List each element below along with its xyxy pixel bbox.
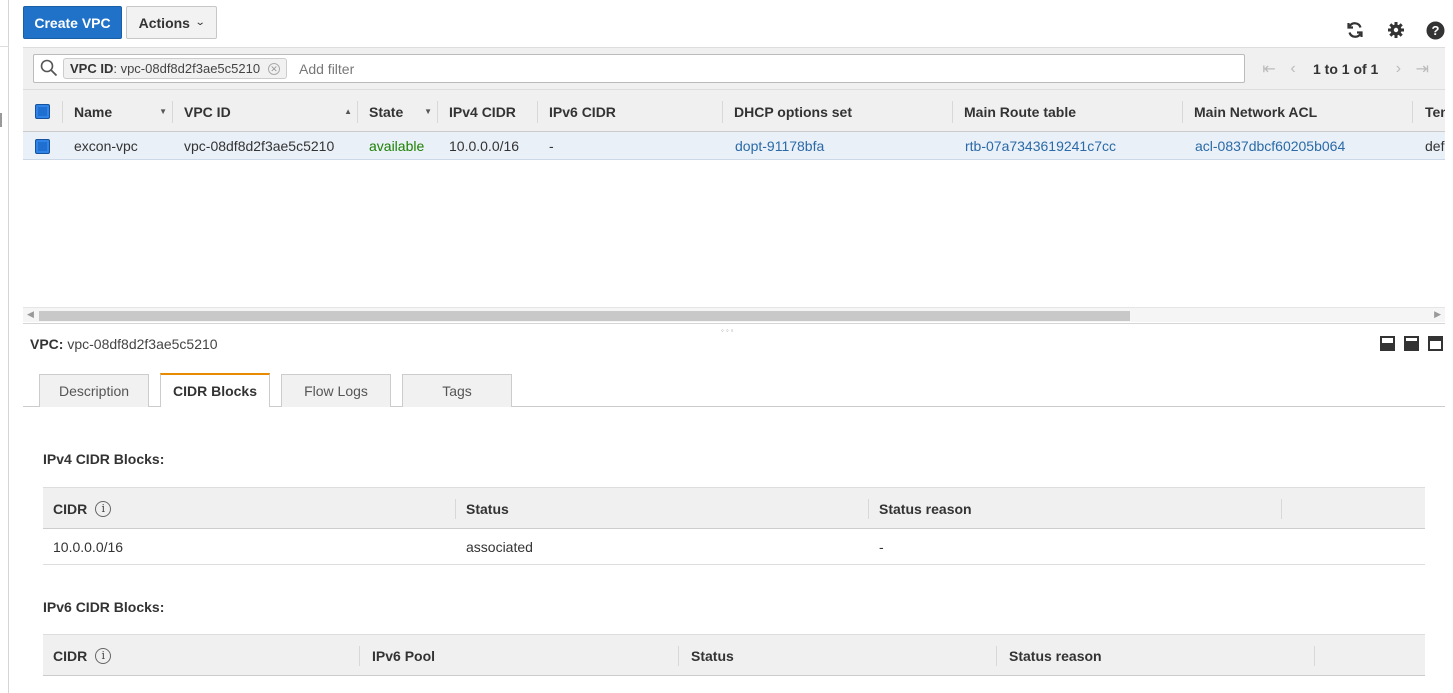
cell-name: excon-vpc bbox=[74, 138, 138, 154]
cell-tenancy: defa bbox=[1425, 138, 1445, 154]
ipv4-col-status-reason[interactable]: Status reason bbox=[869, 488, 972, 530]
ipv4-cell-reason: - bbox=[879, 539, 884, 555]
layout-full-icon[interactable] bbox=[1428, 336, 1443, 351]
col-header-tenancy[interactable]: Ten bbox=[1414, 90, 1445, 131]
grid-header: Name ▼ VPC ID ▲ State ▼ IPv4 CIDR IPv6 CIDR… bbox=[23, 89, 1445, 132]
page-count: 1 to 1 of 1 bbox=[1313, 60, 1379, 77]
ipv6-col-status[interactable]: Status bbox=[681, 635, 734, 677]
row-checkbox[interactable] bbox=[35, 138, 50, 154]
layout-bottom-icon[interactable] bbox=[1380, 336, 1395, 351]
rail-divider bbox=[0, 46, 9, 47]
select-all-cell bbox=[23, 90, 63, 131]
cell-state: available bbox=[369, 138, 425, 154]
sort-down-icon: ▼ bbox=[159, 107, 167, 116]
gear-icon[interactable] bbox=[1386, 20, 1406, 40]
route-table-link[interactable]: rtb-07a7343619241c7cc bbox=[954, 132, 1116, 159]
ipv6-col-pool[interactable]: IPv6 Pool bbox=[362, 635, 435, 677]
col-header-ipv6[interactable]: IPv6 CIDR bbox=[538, 90, 723, 131]
next-page-icon[interactable]: › bbox=[1386, 60, 1410, 78]
col-header-ipv4[interactable]: IPv4 CIDR bbox=[438, 90, 538, 131]
col-divider bbox=[678, 646, 679, 666]
detail-title: VPC: vpc-08df8d2f3ae5c5210 bbox=[30, 336, 218, 352]
tab-flow-logs[interactable]: Flow Logs bbox=[281, 374, 391, 407]
col-divider bbox=[996, 646, 997, 666]
ipv6-col-cidr[interactable]: CIDR i bbox=[43, 635, 112, 677]
row-select-cell bbox=[23, 132, 63, 159]
pagination: ⇤ ‹ 1 to 1 of 1 › ⇥ bbox=[1257, 54, 1434, 83]
scroll-left-icon[interactable]: ◀ bbox=[27, 309, 34, 320]
ipv6-section-title: IPv6 CIDR Blocks: bbox=[43, 599, 165, 615]
col-header-name[interactable]: Name ▼ bbox=[63, 90, 173, 131]
col-header-state[interactable]: State ▼ bbox=[358, 90, 438, 131]
chip-key: VPC ID bbox=[70, 61, 114, 76]
left-rail bbox=[0, 0, 9, 693]
info-icon[interactable]: i bbox=[95, 501, 112, 517]
dhcp-options-link[interactable]: dopt-91178bfa bbox=[724, 132, 824, 159]
ipv4-col-cidr[interactable]: CIDR i bbox=[43, 488, 112, 530]
first-page-icon[interactable]: ⇤ bbox=[1257, 59, 1281, 79]
help-icon[interactable]: ? bbox=[1425, 20, 1445, 40]
info-icon[interactable]: i bbox=[95, 648, 112, 664]
tab-tags[interactable]: Tags bbox=[402, 374, 512, 407]
tab-cidr-blocks[interactable]: CIDR Blocks bbox=[160, 373, 270, 407]
table-row[interactable]: excon-vpc vpc-08df8d2f3ae5c5210 availabl… bbox=[23, 132, 1445, 160]
chip-value: : vpc-08df8d2f3ae5c5210 bbox=[113, 61, 261, 76]
detail-label: VPC: bbox=[30, 336, 64, 352]
ipv4-col-status[interactable]: Status bbox=[456, 488, 509, 530]
ipv4-section-title: IPv4 CIDR Blocks: bbox=[43, 451, 165, 467]
cell-vpc-id: vpc-08df8d2f3ae5c5210 bbox=[184, 138, 335, 154]
col-header-dhcp[interactable]: DHCP options set bbox=[723, 90, 953, 131]
layout-split-icon[interactable] bbox=[1404, 336, 1419, 351]
horizontal-scrollbar[interactable]: ◀ ▶ bbox=[23, 307, 1445, 322]
ipv4-table-header: CIDR i Status Status reason bbox=[43, 487, 1425, 529]
col-divider bbox=[1281, 499, 1282, 519]
filter-bar: VPC ID : vpc-08df8d2f3ae5c5210 ✕ ⇤ ‹ 1 t… bbox=[23, 47, 1445, 89]
search-box[interactable]: VPC ID : vpc-08df8d2f3ae5c5210 ✕ bbox=[33, 54, 1245, 83]
svg-text:?: ? bbox=[1431, 23, 1439, 38]
actions-label: Actions bbox=[138, 14, 190, 31]
col-divider bbox=[359, 646, 360, 666]
toolbar: Create VPC Actions ⌄ ? bbox=[23, 6, 1453, 40]
tab-description[interactable]: Description bbox=[39, 374, 149, 407]
table-row: 10.0.0.0/16 associated - bbox=[43, 529, 1425, 565]
drag-handle-icon[interactable]: ◦◦◦ bbox=[721, 326, 736, 335]
col-header-route-table[interactable]: Main Route table bbox=[953, 90, 1183, 131]
col-header-vpc-id[interactable]: VPC ID ▲ bbox=[173, 90, 358, 131]
add-filter-input[interactable] bbox=[299, 58, 899, 79]
scrollbar-thumb[interactable] bbox=[39, 311, 1130, 321]
collapse-handle[interactable] bbox=[0, 113, 4, 127]
select-all-checkbox[interactable] bbox=[35, 104, 50, 119]
create-vpc-button[interactable]: Create VPC bbox=[23, 6, 122, 39]
col-divider bbox=[1314, 646, 1315, 666]
col-header-network-acl[interactable]: Main Network ACL bbox=[1183, 90, 1413, 131]
search-icon bbox=[40, 59, 58, 77]
last-page-icon[interactable]: ⇥ bbox=[1410, 59, 1434, 79]
ipv6-table-header: CIDR i IPv6 Pool Status Status reason bbox=[43, 634, 1425, 676]
scroll-right-icon[interactable]: ▶ bbox=[1434, 309, 1441, 320]
layout-switcher bbox=[1380, 336, 1443, 351]
chevron-down-icon: ⌄ bbox=[194, 17, 206, 28]
ipv4-cell-status: associated bbox=[466, 539, 533, 555]
ipv4-cell-cidr: 10.0.0.0/16 bbox=[53, 539, 124, 555]
sort-up-icon: ▲ bbox=[344, 107, 352, 116]
ipv6-col-status-reason[interactable]: Status reason bbox=[999, 635, 1102, 677]
filter-chip[interactable]: VPC ID : vpc-08df8d2f3ae5c5210 ✕ bbox=[63, 58, 288, 79]
network-acl-link[interactable]: acl-0837dbcf60205b064 bbox=[1184, 132, 1345, 159]
actions-dropdown[interactable]: Actions ⌄ bbox=[126, 6, 217, 39]
col-divider bbox=[1412, 101, 1413, 123]
detail-tabs: Description CIDR Blocks Flow Logs Tags bbox=[23, 373, 1445, 407]
prev-page-icon[interactable]: ‹ bbox=[1281, 60, 1305, 78]
sort-down-icon: ▼ bbox=[424, 107, 432, 116]
cell-ipv6: - bbox=[549, 138, 554, 154]
remove-filter-icon[interactable]: ✕ bbox=[268, 62, 281, 75]
cell-ipv4: 10.0.0.0/16 bbox=[449, 138, 520, 154]
refresh-icon[interactable] bbox=[1345, 20, 1365, 40]
detail-vpc-id: vpc-08df8d2f3ae5c5210 bbox=[67, 336, 218, 352]
